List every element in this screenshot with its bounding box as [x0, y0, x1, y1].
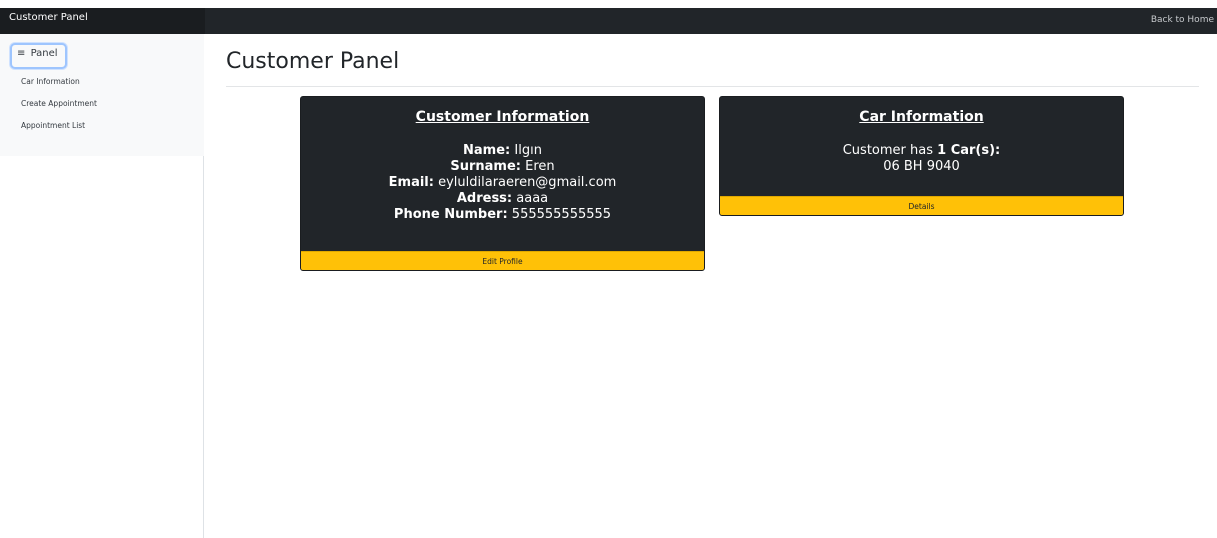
sidebar: ≡ Panel Car Information Create Appointme… [0, 34, 204, 538]
panel-toggle-label: Panel [30, 48, 58, 59]
address-row: Adress: aaaa [301, 191, 704, 207]
email-value: eyluldilaraeren@gmail.com [438, 175, 617, 190]
car-info-card: Car Information Customer has 1 Car(s): 0… [719, 96, 1124, 216]
sidebar-item-appointment-list[interactable]: Appointment List [21, 121, 85, 130]
name-label: Name: [463, 143, 511, 158]
panel-toggle-button[interactable]: ≡ Panel [10, 43, 67, 69]
top-navbar: Customer Panel Back to Home [0, 8, 1217, 34]
page-title: Customer Panel [226, 49, 400, 74]
phone-value: 555555555555 [511, 207, 612, 222]
sidebar-item-create-appointment[interactable]: Create Appointment [21, 99, 97, 108]
surname-label: Surname: [450, 159, 521, 174]
edit-profile-button[interactable]: Edit Profile [301, 251, 704, 270]
navbar-brand[interactable]: Customer Panel [0, 8, 205, 34]
back-to-home-link[interactable]: Back to Home [1151, 15, 1214, 25]
surname-row: Surname: Eren [301, 159, 704, 175]
phone-row: Phone Number: 555555555555 [301, 207, 704, 223]
name-value: Ilgın [514, 143, 542, 158]
surname-value: Eren [525, 159, 555, 174]
email-label: Email: [388, 175, 434, 190]
name-row: Name: Ilgın [301, 143, 704, 159]
car-count-row: Customer has 1 Car(s): [720, 143, 1123, 159]
car-count-prefix: Customer has [842, 143, 933, 158]
title-divider [226, 86, 1199, 87]
hamburger-icon: ≡ [17, 48, 26, 59]
phone-label: Phone Number: [393, 207, 508, 222]
address-value: aaaa [516, 191, 549, 206]
customer-info-body: Name: Ilgın Surname: Eren Email: eyluldi… [301, 143, 704, 223]
car-plate: 06 BH 9040 [883, 159, 960, 174]
car-info-title: Car Information [859, 109, 984, 125]
car-count-value: 1 Car(s): [937, 143, 1001, 158]
email-row: Email: eyluldilaraeren@gmail.com [301, 175, 704, 191]
sidebar-item-car-information[interactable]: Car Information [21, 77, 80, 86]
customer-info-card: Customer Information Name: Ilgın Surname… [300, 96, 705, 271]
customer-info-title: Customer Information [415, 109, 590, 125]
sidebar-menu: ≡ Panel Car Information Create Appointme… [0, 34, 204, 156]
address-label: Adress: [456, 191, 513, 206]
details-button[interactable]: Details [720, 196, 1123, 215]
car-info-body: Customer has 1 Car(s): 06 BH 9040 [720, 143, 1123, 175]
